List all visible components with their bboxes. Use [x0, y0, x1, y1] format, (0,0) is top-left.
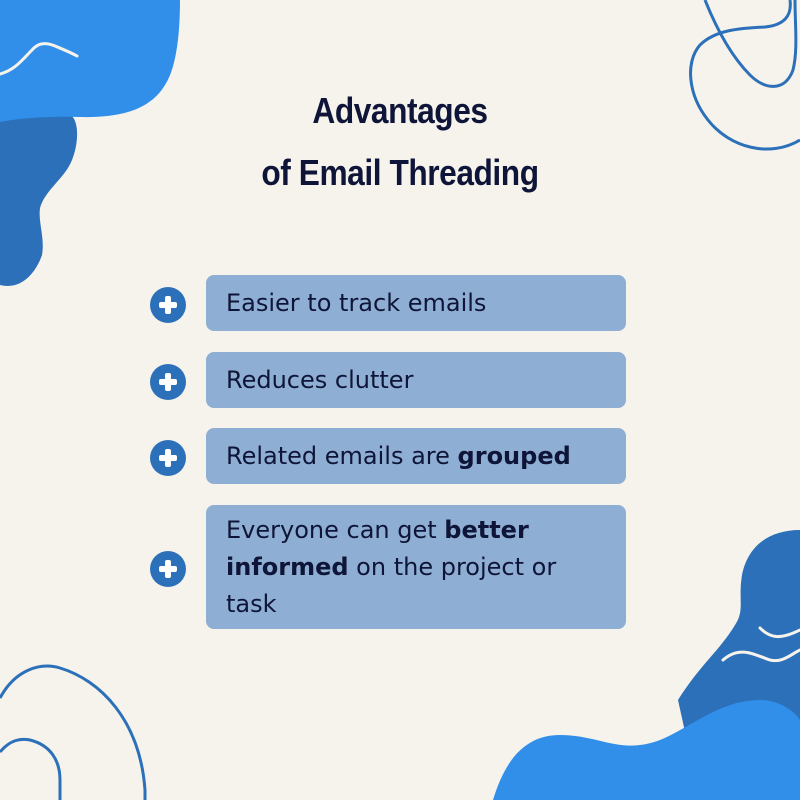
- advantage-text: Easier to track emails: [226, 288, 487, 317]
- advantage-text: Related emails are grouped: [226, 441, 571, 470]
- advantage-item: Easier to track emails: [206, 275, 626, 331]
- page-title-line-1: Advantages: [312, 90, 488, 131]
- emphasis: grouped: [457, 441, 571, 470]
- advantage-text: Reduces clutter: [226, 365, 414, 394]
- page-title-line-2: of Email Threading: [261, 152, 539, 193]
- plus-circle-icon: [150, 287, 186, 323]
- plus-circle-icon: [150, 440, 186, 476]
- loop-line-bottom-left: [0, 664, 147, 800]
- plus-circle-icon: [150, 364, 186, 400]
- advantage-text: Everyone can get better informed on the …: [226, 515, 557, 618]
- advantage-item: Reduces clutter: [206, 352, 626, 408]
- plus-circle-icon: [150, 551, 186, 587]
- loop-line-top-right: [703, 0, 798, 88]
- blob-top-left-dark: [0, 115, 78, 286]
- advantage-item: Everyone can get better informed on the …: [206, 505, 626, 629]
- advantage-item: Related emails are grouped: [206, 428, 626, 484]
- loop-line-bottom-left-2: [0, 737, 62, 800]
- blob-bottom-right-light: [493, 700, 800, 800]
